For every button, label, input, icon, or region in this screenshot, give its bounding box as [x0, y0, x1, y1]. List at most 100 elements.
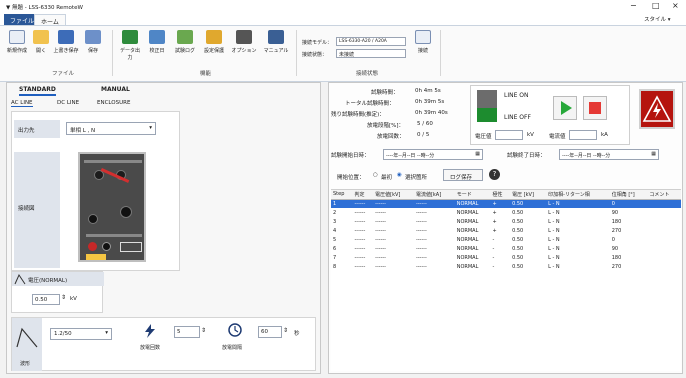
options-button[interactable]: オプション [230, 30, 258, 54]
table-row[interactable]: 2 ------ ------ ------ NORMAL +0.50 L - N 90 [331, 208, 681, 217]
col-comment[interactable]: コメント [647, 190, 681, 200]
table-cell: ------ [415, 254, 427, 261]
voltage-stepper[interactable]: ⇕ [61, 294, 66, 301]
help-icon[interactable]: ? [489, 169, 500, 180]
table-row[interactable]: 7 ------ ------ ------ NORMAL - 0.50 L - N 180 [331, 253, 681, 262]
table-cell: - [492, 254, 495, 261]
col-mode[interactable]: モード [454, 190, 491, 200]
table-cell: 0.50 [512, 245, 524, 252]
tab-enclosure[interactable]: ENCLOSURE [97, 100, 130, 106]
table-cell: ------ [375, 209, 386, 216]
table-cell: 0.50 [512, 209, 524, 216]
right-panel: 試験時間： 0h 4m 5s トータル試験時間： 0h 39m 5s 残り試験時間(… [328, 82, 683, 374]
col-current-value[interactable]: 電流値[kA] [413, 190, 455, 200]
test-time-value: 0h 4m 5s [415, 88, 441, 94]
data-output-button[interactable]: データ出力 [118, 30, 142, 61]
table-cell: ------ [415, 200, 427, 207]
step-table: Step 判定 電圧値[kV] 電流値[kA] モード 極性 電圧 [kV] 印… [331, 189, 681, 371]
count-input[interactable]: 5 [174, 326, 200, 338]
waveform-select[interactable]: 1.2/50 ▾ [50, 328, 112, 340]
table-cell: 4 [333, 227, 337, 234]
waveform-panel: 波形 1.2/50 ▾ 放電回数 5 ⇕ 放電間隔 60 ⇕ 秒 [11, 317, 316, 371]
connection-diagram [78, 152, 146, 262]
table-cell: ------ [375, 218, 386, 225]
table-cell: 8 [333, 263, 337, 270]
table-cell [647, 199, 681, 208]
interval-stepper[interactable]: ⇕ [283, 327, 288, 334]
tab-manual[interactable]: MANUAL [101, 86, 130, 93]
end-datetime-field[interactable]: ----年--月--日 --時--分 ▦ [559, 149, 659, 160]
save-as-icon [85, 30, 101, 44]
radio-selected[interactable]: ◉ [397, 172, 402, 178]
radio-first[interactable]: ○ [373, 172, 378, 178]
col-step[interactable]: Step [331, 190, 353, 200]
line-off-label[interactable]: LINE OFF [504, 114, 531, 121]
tab-dc-line[interactable]: DC LINE [57, 100, 79, 106]
table-row[interactable]: 4 ------ ------ ------ NORMAL +0.50 L - N 270 [331, 226, 681, 235]
close-icon[interactable]: × [672, 1, 679, 10]
table-row[interactable]: 8 ------ ------ ------ NORMAL - 0.50 L - N 270 [331, 262, 681, 271]
output-select[interactable]: 単相 L , N ▾ [66, 122, 156, 135]
tab-standard[interactable]: STANDARD [19, 86, 56, 96]
table-cell: 90 [611, 209, 619, 216]
log-icon [177, 30, 193, 44]
table-cell: ------ [375, 200, 386, 207]
table-cell: L - N [548, 245, 560, 252]
maximize-icon[interactable]: □ [652, 1, 660, 10]
table-cell [647, 217, 681, 226]
table-row[interactable]: 5 ------ ------ ------ NORMAL - 0.50 L - N 0 [331, 235, 681, 244]
save-button[interactable]: 保存 [82, 30, 104, 54]
start-button[interactable] [553, 96, 577, 120]
table-row[interactable]: 1 ------ ------ ------ NORMAL +0.50 L - N 0 [331, 199, 681, 208]
manual-button[interactable]: マニュアル [262, 30, 290, 54]
table-cell: ------ [415, 263, 427, 270]
table-cell: L - N [548, 236, 560, 243]
style-menu[interactable]: スタイル ▾ [644, 15, 671, 23]
model-select[interactable]: LSS-6330-A20 / A20A [336, 37, 406, 46]
table-row[interactable]: 6 ------ ------ ------ NORMAL - 0.50 L - N 90 [331, 244, 681, 253]
table-row[interactable]: 3 ------ ------ ------ NORMAL +0.50 L - N 180 [331, 217, 681, 226]
surge-red-icon [88, 242, 97, 251]
table-cell: NORMAL [456, 209, 479, 216]
minimize-icon[interactable]: − [630, 1, 637, 10]
open-button[interactable]: 開く [32, 30, 50, 54]
start-datetime-field[interactable]: ----年--月--日 --時--分 ▦ [383, 149, 483, 160]
test-log-button[interactable]: 試験ログ [172, 30, 198, 54]
connect-button[interactable]: 接続 [412, 30, 434, 54]
waveform-icon [16, 327, 38, 348]
voltage-input[interactable]: 0.50 [32, 294, 60, 305]
remaining-time-value: 0h 39m 40s [415, 110, 448, 116]
line-on-label[interactable]: LINE ON [504, 92, 529, 99]
count-stepper[interactable]: ⇕ [201, 327, 206, 334]
col-phase[interactable]: 印加相-リターン相 [546, 190, 610, 200]
table-cell: 0.50 [512, 200, 524, 207]
col-voltage[interactable]: 電圧 [kV] [510, 190, 547, 200]
col-voltage-value[interactable]: 電圧値[kV] [373, 190, 414, 200]
save-icon [58, 30, 74, 44]
tab-ac-line[interactable]: AC LINE [11, 100, 33, 107]
new-button[interactable]: 新規作成 [6, 30, 28, 54]
log-save-button[interactable]: ログ保存 [443, 169, 483, 181]
interval-input[interactable]: 60 [258, 326, 282, 338]
table-cell: 3 [333, 218, 337, 225]
table-cell: ------ [354, 263, 366, 270]
output-label: 出力先 [14, 120, 60, 138]
col-angle[interactable]: 位相角 [°] [609, 190, 648, 200]
voltage-readout-field [495, 130, 523, 140]
table-cell: 7 [333, 254, 337, 261]
overwrite-save-button[interactable]: 上書き保存 [52, 30, 80, 54]
table-cell: ------ [354, 200, 366, 207]
tab-home[interactable]: ホーム [34, 14, 66, 26]
table-cell: - [492, 263, 495, 270]
chevron-down-icon: ▾ [149, 125, 152, 131]
table-cell: NORMAL [456, 236, 479, 243]
col-polarity[interactable]: 極性 [490, 190, 511, 200]
calibration-date-button[interactable]: 校正日 [146, 30, 168, 54]
setting-protect-button[interactable]: 設定保護 [202, 30, 226, 54]
line-control-panel: LINE ON LINE OFF 電圧値 kV 電流値 kA [470, 85, 630, 145]
col-judge[interactable]: 判定 [352, 190, 374, 200]
table-cell [647, 235, 681, 244]
stop-button[interactable] [583, 96, 607, 120]
ribbon: 新規作成 開く 上書き保存 保存 データ出力 校正日 試験ログ 設定保護 オプシ… [0, 25, 686, 82]
interval-unit: 秒 [294, 331, 300, 337]
